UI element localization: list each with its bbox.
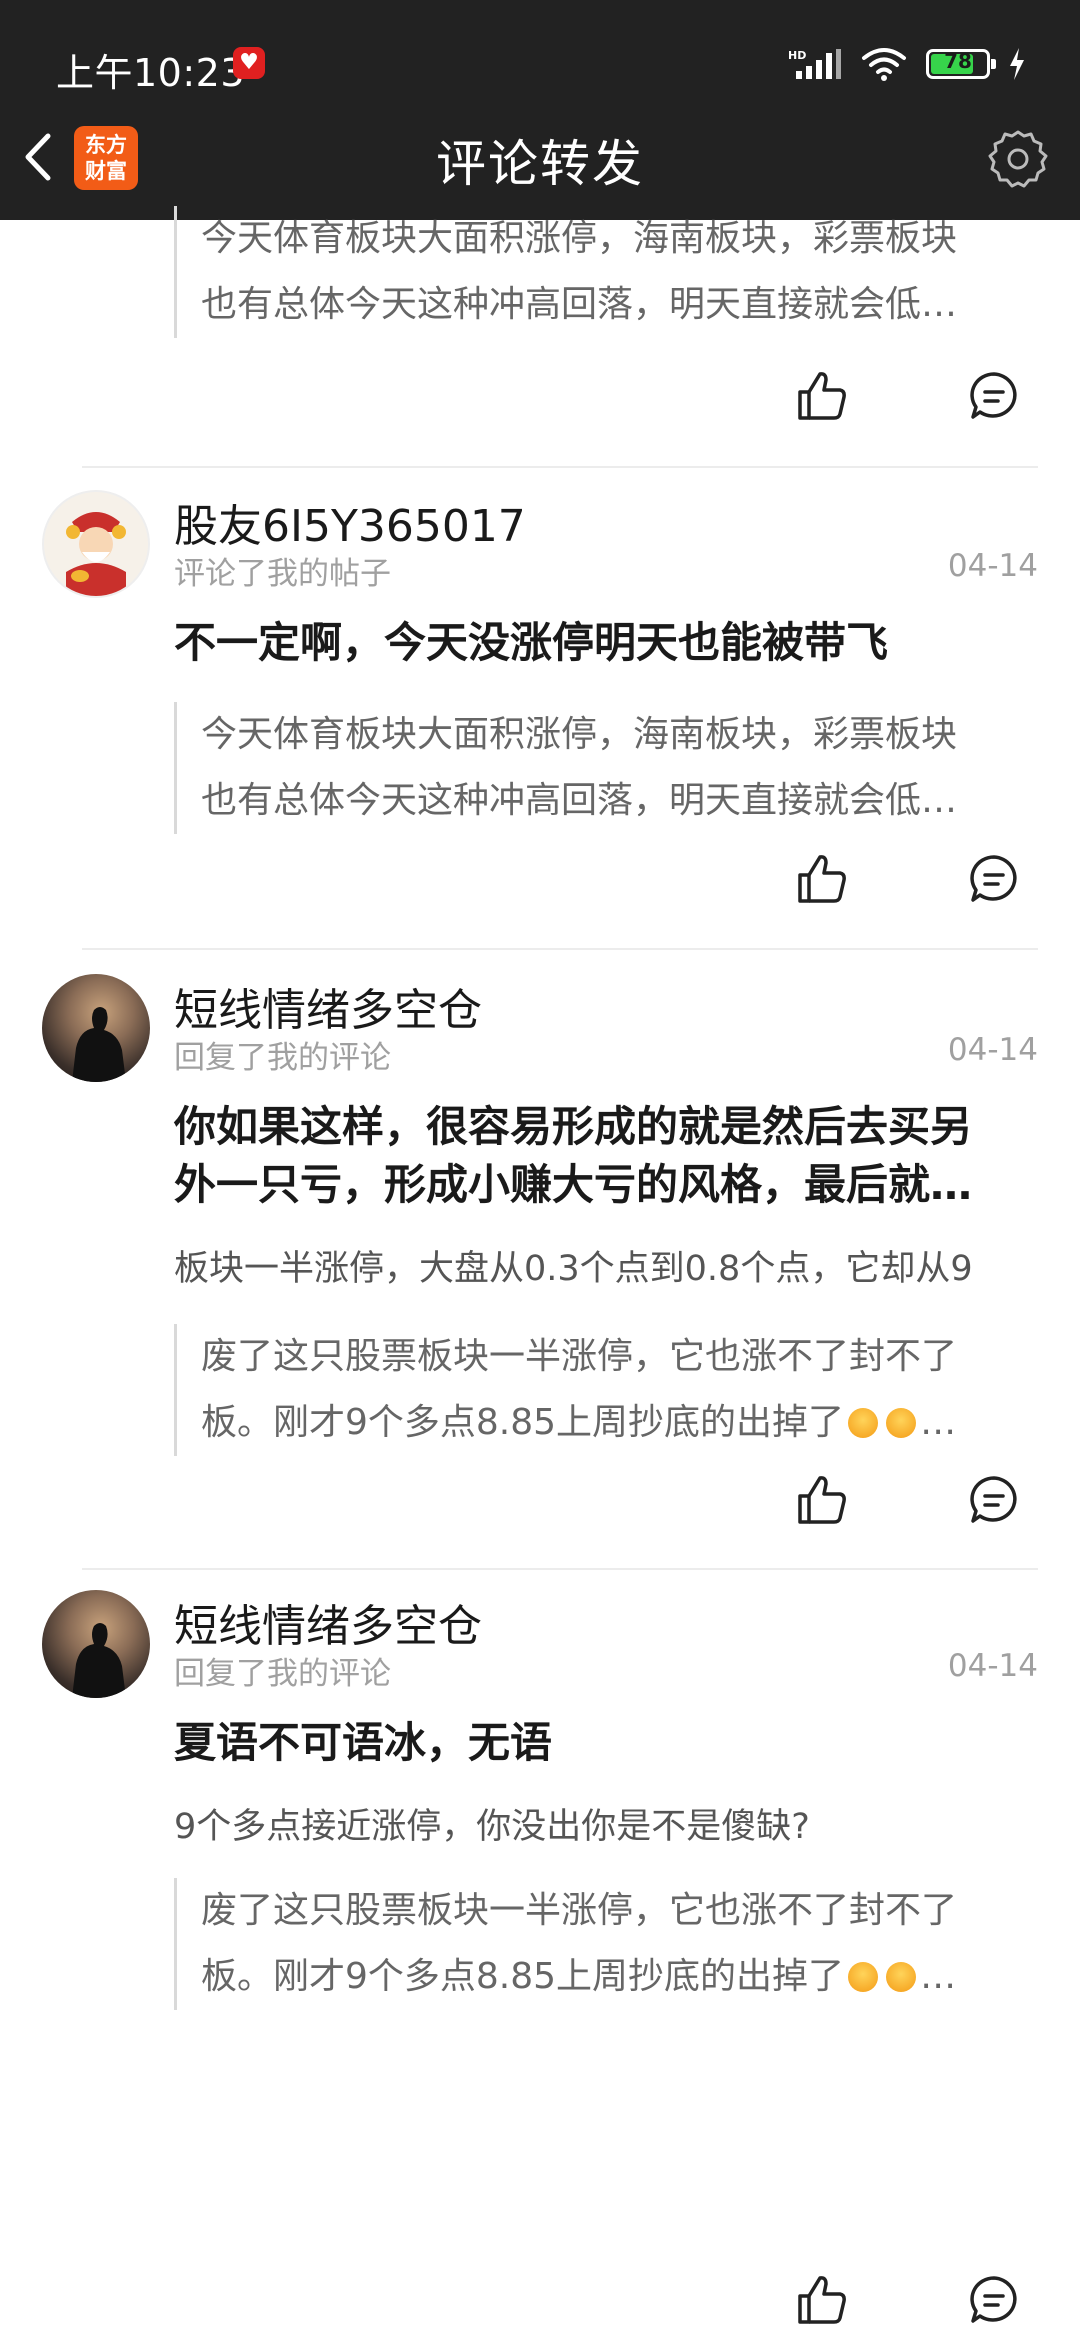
quote-text: 板。刚才9个多点8.85上周抄底的出掉了: [201, 1402, 845, 1443]
quote-line: 今天体育板块大面积涨停，海南板块，彩票板块: [201, 714, 958, 755]
action-text: 评论了我的帖子: [174, 556, 391, 592]
reply-bubble-icon[interactable]: [968, 370, 1020, 422]
notification-heart-icon: ♥: [233, 47, 265, 79]
quote-line: 板。刚才9个多点8.85上周抄底的出掉了 …: [201, 1944, 1038, 2010]
gear-icon[interactable]: [986, 128, 1050, 192]
wifi-icon: [862, 48, 906, 81]
username[interactable]: 股友6I5Y365017: [174, 490, 526, 554]
quote-text: 板。刚才9个多点8.85上周抄底的出掉了: [201, 1956, 845, 1997]
dizzy-face-emoji-icon: [848, 1962, 879, 1992]
thumbs-up-icon[interactable]: [796, 853, 848, 905]
divider: [82, 466, 1038, 468]
quote-ellipsis: …: [920, 1402, 957, 1443]
thumbs-up-icon[interactable]: [796, 370, 848, 422]
comment-line: 你如果这样，很容易形成的就是然后去买另: [174, 1102, 973, 1151]
signal-icon: HD: [788, 49, 841, 79]
date: 04-14: [947, 548, 1038, 584]
quote-ellipsis: …: [920, 1956, 957, 1997]
status-time: 上午10:23: [56, 51, 246, 95]
action-text: 回复了我的评论: [174, 1040, 391, 1076]
quoted-post[interactable]: 废了这只股票板块一半涨停，它也涨不了封不了 板。刚才9个多点8.85上周抄底的出…: [174, 1324, 1038, 1456]
page-title: 评论转发: [436, 135, 644, 193]
thumbs-up-icon[interactable]: [796, 1474, 848, 1526]
reply-text[interactable]: 9个多点接近涨停，你没出你是不是傻缺?: [174, 1798, 1080, 1849]
svg-text:HD: HD: [788, 49, 806, 62]
username[interactable]: 短线情绪多空仓: [174, 974, 482, 1038]
quote-line: 废了这只股票板块一半涨停，它也涨不了封不了: [201, 1336, 958, 1377]
thumbs-up-icon[interactable]: [796, 2274, 848, 2326]
quoted-post[interactable]: 今天体育板块大面积涨停，海南板块，彩票板块 也有总体今天这种冲高回落，明天直接就…: [174, 206, 1038, 338]
quoted-post[interactable]: 废了这只股票板块一半涨停，它也涨不了封不了 板。刚才9个多点8.85上周抄底的出…: [174, 1878, 1038, 2010]
dizzy-face-emoji-icon: [886, 1962, 917, 1992]
dizzy-face-emoji-icon: [886, 1408, 917, 1438]
quoted-post[interactable]: 今天体育板块大面积涨停，海南板块，彩票板块 也有总体今天这种冲高回落，明天直接就…: [174, 702, 1038, 834]
status-icons: HD 78: [788, 44, 1026, 84]
divider: [82, 1568, 1038, 1570]
comment-text[interactable]: 你如果这样，很容易形成的就是然后去买另 外一只亏，形成小赚大亏的风格，最后就…: [174, 1098, 1038, 1214]
date: 04-14: [947, 1648, 1038, 1684]
reply-bubble-icon[interactable]: [968, 1474, 1020, 1526]
avatar[interactable]: [42, 974, 150, 1082]
quote-line: 废了这只股票板块一半涨停，它也涨不了封不了: [201, 1890, 958, 1931]
comment-text[interactable]: 不一定啊，今天没涨停明天也能被带飞: [174, 614, 1038, 672]
top-bar: 上午10:23 ♥ HD 78 东方 财富 评论转发: [0, 0, 1080, 220]
battery-icon: 78: [926, 49, 996, 79]
reply-text[interactable]: 板块一半涨停，大盘从0.3个点到0.8个点，它却从9: [174, 1240, 1080, 1291]
battery-percent: 78: [944, 49, 972, 73]
quote-line: 也有总体今天这种冲高回落，明天直接就会低…: [201, 780, 958, 821]
avatar[interactable]: [42, 490, 150, 598]
charging-bolt-icon: [1010, 48, 1024, 80]
reply-bubble-icon[interactable]: [968, 2274, 1020, 2326]
reply-bubble-icon[interactable]: [968, 853, 1020, 905]
comment-text[interactable]: 夏语不可语冰，无语: [174, 1714, 1038, 1772]
silhouette-avatar-icon: [72, 1623, 126, 1698]
quote-line: 今天体育板块大面积涨停，海南板块，彩票板块: [201, 218, 958, 259]
silhouette-avatar-icon: [72, 1007, 126, 1082]
quote-line: 板。刚才9个多点8.85上周抄底的出掉了 …: [201, 1390, 1038, 1456]
username[interactable]: 短线情绪多空仓: [174, 1590, 482, 1654]
fortune-god-avatar-icon: [44, 492, 148, 596]
comment-line: 外一只亏，形成小赚大亏的风格，最后就…: [174, 1160, 973, 1209]
action-text: 回复了我的评论: [174, 1656, 391, 1692]
date: 04-14: [947, 1032, 1038, 1068]
avatar[interactable]: [42, 1590, 150, 1698]
quote-line: 也有总体今天这种冲高回落，明天直接就会低…: [201, 284, 958, 325]
dizzy-face-emoji-icon: [848, 1408, 879, 1438]
divider: [82, 948, 1038, 950]
